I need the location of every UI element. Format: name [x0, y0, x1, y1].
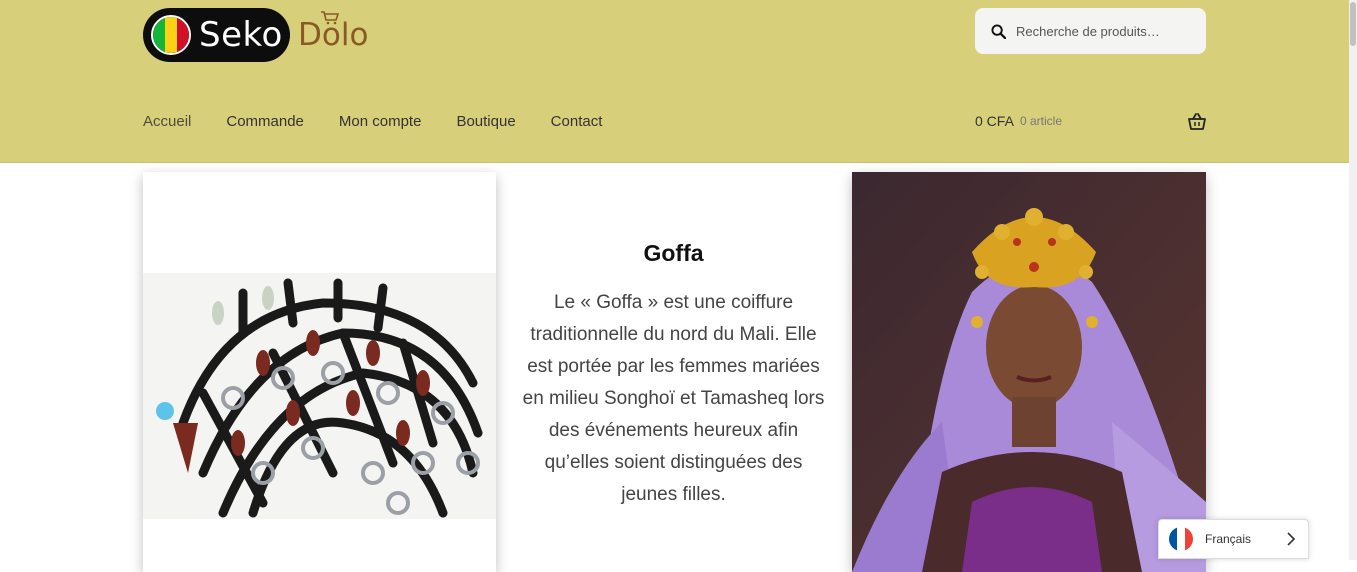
goffa-headpiece-card — [143, 172, 496, 572]
site-logo[interactable]: Seko Dolo — [143, 8, 368, 62]
scrollbar-thumb[interactable] — [1350, 2, 1356, 46]
goffa-description: Goffa Le « Goffa » est une coiffure trad… — [520, 240, 827, 511]
goffa-woman-portrait — [852, 172, 1206, 572]
nav-item-contact[interactable]: Contact — [551, 113, 603, 130]
nav-item-mon-compte[interactable]: Mon compte — [339, 113, 422, 130]
nav-item-boutique[interactable]: Boutique — [456, 113, 515, 130]
product-search[interactable] — [975, 8, 1206, 54]
nav-item-accueil[interactable]: Accueil — [143, 113, 191, 130]
logo-text-dolo: Dolo — [298, 11, 368, 53]
main-nav: Accueil Commande Mon compte Boutique Con… — [143, 113, 602, 130]
mali-flag-icon — [151, 15, 191, 55]
language-switcher[interactable]: Français — [1158, 519, 1309, 559]
search-input[interactable] — [1014, 22, 1198, 40]
header-cart[interactable]: 0 CFA 0 article — [975, 113, 1206, 133]
search-icon — [991, 23, 1006, 39]
page-scrollbar[interactable] — [1349, 0, 1357, 560]
basket-icon — [1188, 113, 1206, 130]
goffa-headpiece-image — [143, 273, 496, 519]
france-flag-icon — [1169, 527, 1193, 551]
chevron-right-icon — [1287, 532, 1296, 546]
article-title: Goffa — [643, 240, 704, 266]
cart-logo-icon — [321, 11, 340, 25]
nav-item-commande[interactable]: Commande — [226, 113, 304, 130]
cart-count: 0 article — [1020, 114, 1063, 128]
logo-pill: Seko — [143, 8, 290, 62]
cart-total: 0 CFA — [975, 113, 1014, 129]
language-label: Français — [1205, 532, 1252, 546]
site-header: Seko Dolo Accueil Commande Mon compte Bo… — [0, 0, 1349, 163]
article-body: Le « Goffa » est une coiffure traditionn… — [522, 292, 825, 505]
logo-text-seko: Seko — [199, 15, 283, 55]
